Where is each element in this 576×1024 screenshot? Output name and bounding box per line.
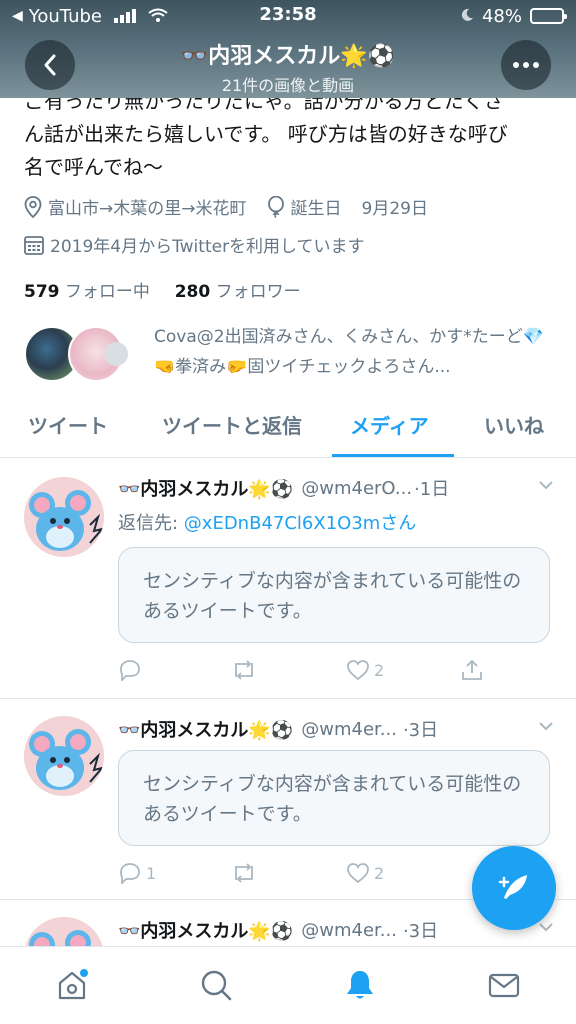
- reply-button[interactable]: [118, 659, 146, 681]
- tab-tweets-and-replies[interactable]: ツイートと返信: [162, 410, 302, 439]
- avatar[interactable]: [24, 477, 104, 557]
- search-icon: [201, 970, 232, 1001]
- following-count: 579: [24, 282, 60, 302]
- home-unread-dot: [80, 969, 88, 977]
- envelope-icon: [488, 973, 520, 998]
- chevron-down-icon[interactable]: [536, 716, 556, 736]
- reply-button[interactable]: 1: [118, 862, 156, 884]
- like-count: 2: [374, 660, 385, 680]
- bottom-navigation: [0, 946, 576, 1024]
- like-button[interactable]: 2: [346, 659, 384, 681]
- bio-line: 名で呼んでね〜: [24, 155, 163, 179]
- status-bar: ◀ YouTube 23:58 48%: [0, 0, 576, 32]
- followed-by-row[interactable]: Cova@2出国済みさん、くみさん、かす*たーど💎🤜拳済み🤛固ツイチェックよろさ…: [24, 322, 564, 386]
- retweet-button[interactable]: [230, 659, 258, 681]
- followers-label: フォロワー: [215, 282, 301, 302]
- follow-stats: 579 フォロー中 280 フォロワー: [24, 277, 301, 302]
- signal-icon: [113, 9, 136, 23]
- tab-media[interactable]: メディア: [350, 410, 429, 439]
- more-button[interactable]: [501, 40, 551, 90]
- heart-icon: [347, 660, 369, 681]
- back-button[interactable]: [25, 40, 75, 90]
- tweet-author-name[interactable]: 👓内羽メスカル🌟⚽: [118, 475, 293, 501]
- followers-link[interactable]: 280 フォロワー: [175, 282, 301, 302]
- avatar-mouse-image: [24, 716, 104, 796]
- profile-title-name: 👓内羽メスカル🌟⚽: [180, 44, 396, 69]
- profile-header: ◀ YouTube 23:58 48% 👓内羽メスカル🌟⚽ 21件の画像と動画: [0, 0, 576, 98]
- location-pin-icon: [24, 195, 42, 218]
- retweet-button[interactable]: [230, 862, 258, 884]
- tweet-time: ·3日: [402, 720, 439, 741]
- tab-likes[interactable]: いいね: [484, 410, 544, 439]
- joined-text: 2019年4月からTwitterを利用しています: [50, 237, 365, 257]
- back-app-label[interactable]: YouTube: [29, 6, 102, 27]
- retweet-icon: [235, 660, 253, 680]
- active-tab-indicator: [332, 454, 454, 457]
- heart-icon: [347, 863, 369, 884]
- balloon-icon: [267, 195, 284, 218]
- compose-tweet-button[interactable]: [472, 846, 556, 930]
- reply-to-line: 返信先: @xEDnB47Cl6X1O3mさん: [118, 509, 416, 535]
- avatar-mouse-image: [24, 477, 104, 557]
- tab-tweets[interactable]: ツイート: [28, 410, 108, 439]
- nav-notifications[interactable]: [340, 965, 380, 1005]
- tweet-author-handle: @wm4erO...: [301, 477, 413, 499]
- nav-messages[interactable]: [484, 965, 524, 1005]
- share-icon: [462, 659, 482, 680]
- more-dots-icon: [513, 62, 539, 68]
- following-label: フォロー中: [64, 282, 150, 302]
- tweet-author-handle: @wm4er...: [301, 919, 397, 941]
- location-text[interactable]: 富山市→木葉の里→米花町: [48, 194, 247, 219]
- calendar-icon: [24, 235, 44, 255]
- follower-avatar: [104, 342, 128, 366]
- chevron-left-icon: [44, 54, 56, 76]
- tweet-author-name[interactable]: 👓内羽メスカル🌟⚽: [118, 716, 293, 742]
- wifi-icon: [148, 7, 168, 26]
- reply-icon: [120, 660, 140, 681]
- nav-search[interactable]: [196, 965, 236, 1005]
- bell-icon: [347, 971, 373, 999]
- joined-row: 2019年4月からTwitterを利用しています: [24, 232, 365, 257]
- tweet-actions: 1 2: [118, 858, 498, 888]
- moon-icon: [460, 6, 474, 27]
- tweet-time: ·1日: [414, 479, 450, 500]
- tweet-author-name[interactable]: 👓内羽メスカル🌟⚽: [118, 917, 293, 943]
- profile-tabs: ツイート ツイートと返信 メディア いいね: [0, 400, 576, 458]
- birthday-date: 9月29日: [361, 199, 428, 219]
- reply-prefix: 返信先:: [118, 513, 184, 534]
- followers-count: 280: [174, 282, 211, 302]
- share-button[interactable]: [460, 658, 484, 682]
- birthday-label: 誕生日: [290, 199, 342, 219]
- compose-feather-icon: [498, 875, 527, 899]
- like-button[interactable]: 2: [346, 862, 384, 884]
- battery-percent: 48%: [481, 5, 522, 27]
- retweet-icon: [235, 863, 253, 883]
- nav-home[interactable]: [52, 965, 92, 1005]
- tweet-author-handle: @wm4er...: [301, 718, 397, 740]
- avatar[interactable]: [24, 716, 104, 796]
- tweet-actions: 2: [118, 655, 498, 685]
- reply-icon: [120, 863, 140, 884]
- chevron-down-icon[interactable]: [536, 475, 556, 495]
- back-to-app-icon[interactable]: ◀: [12, 8, 23, 24]
- tweet-time: ·3日: [402, 921, 439, 942]
- bio-line: ん話が出来たら嬉しいです。 呼び方は皆の好きな呼び: [24, 122, 508, 146]
- battery-icon: [530, 8, 567, 24]
- profile-media-count: 21件の画像と動画: [221, 76, 355, 95]
- sensitive-content-notice[interactable]: センシティブな内容が含まれている可能性のあるツイートです。: [118, 750, 550, 846]
- reply-count: 1: [146, 863, 157, 883]
- profile-meta-row: 富山市→木葉の里→米花町 誕生日 9月29日: [24, 194, 428, 219]
- reply-to-user[interactable]: @xEDnB47Cl6X1O3mさん: [184, 513, 417, 534]
- sensitive-content-notice[interactable]: センシティブな内容が含まれている可能性のあるツイートです。: [118, 547, 550, 643]
- tweet-item[interactable]: 👓内羽メスカル🌟⚽ @wm4erO... ·1日 返信先: @xEDnB47Cl…: [0, 459, 576, 699]
- following-link[interactable]: 579 フォロー中: [24, 282, 150, 302]
- like-count: 2: [374, 863, 385, 883]
- followed-by-text: Cova@2出国済みさん、くみさん、かす*たーど💎🤜拳済み🤛固ツイチェックよろさ…: [154, 327, 544, 377]
